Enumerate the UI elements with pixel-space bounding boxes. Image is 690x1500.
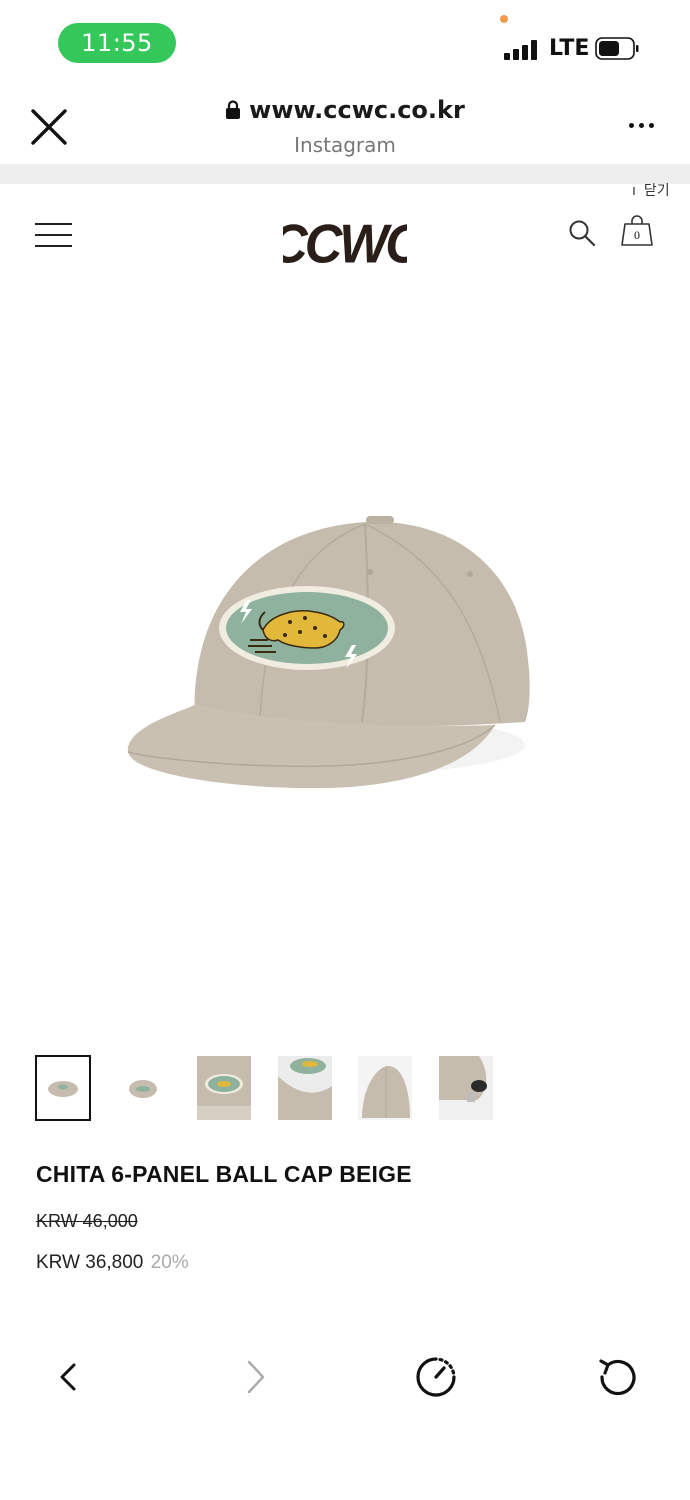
signal-strength-icon — [504, 38, 540, 60]
battery-icon — [595, 37, 639, 60]
address-bar[interactable]: www.ccwc.co.kr — [0, 96, 690, 124]
chevron-left-icon — [60, 1363, 76, 1391]
original-price: KRW 46,000 — [36, 1211, 138, 1231]
chevron-right-icon — [247, 1360, 265, 1394]
product-thumbnail-1[interactable] — [35, 1055, 91, 1121]
status-time: 11:55 — [58, 23, 176, 63]
forward-button[interactable] — [229, 1352, 279, 1402]
product-thumbnail-4[interactable] — [278, 1056, 332, 1120]
close-link[interactable]: ı 닫기 — [632, 180, 670, 200]
product-name: CHITA 6-PANEL BALL CAP BEIGE — [36, 1161, 412, 1187]
reload-icon — [599, 1359, 636, 1396]
browser-source-label: Instagram — [294, 133, 396, 157]
sale-price: KRW 36,800 — [36, 1252, 144, 1273]
product-thumbnail-2[interactable] — [116, 1056, 170, 1120]
sale-price-row: KRW 36,800 20% — [36, 1252, 189, 1274]
timer-gauge-icon — [416, 1357, 456, 1397]
header-divider — [0, 164, 690, 184]
product-thumbnail-5[interactable] — [358, 1056, 412, 1120]
page-speed-button[interactable] — [411, 1352, 461, 1402]
camera-indicator-icon — [500, 15, 508, 23]
cart-count: 0 — [634, 228, 640, 242]
more-options-icon[interactable] — [620, 112, 662, 138]
svg-text:CCWC: CCWC — [283, 214, 407, 268]
product-thumbnail-6[interactable] — [439, 1056, 493, 1120]
back-button[interactable] — [44, 1352, 94, 1402]
hamburger-menu-icon[interactable] — [35, 222, 72, 248]
product-image[interactable] — [100, 490, 560, 810]
lock-icon — [226, 100, 241, 119]
network-type: LTE — [549, 36, 590, 61]
reload-button[interactable] — [593, 1352, 643, 1402]
discount-rate: 20% — [150, 1252, 189, 1273]
product-thumbnail-3[interactable] — [197, 1056, 251, 1120]
search-icon[interactable] — [568, 219, 596, 247]
ccwc-logo[interactable]: CCWC — [283, 210, 407, 268]
url-text: www.ccwc.co.kr — [249, 96, 465, 124]
